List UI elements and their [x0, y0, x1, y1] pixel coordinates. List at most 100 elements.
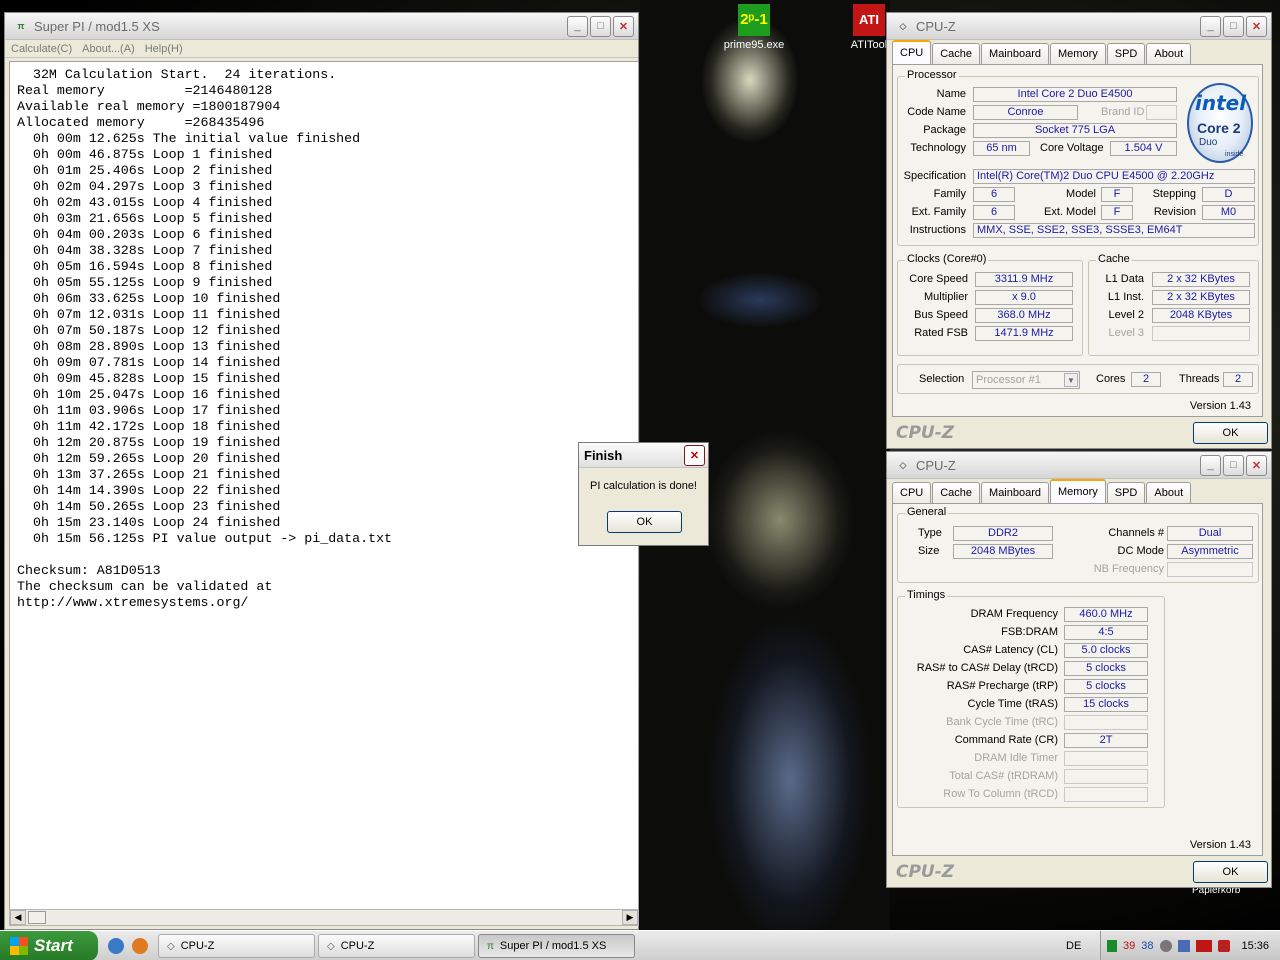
tab-mainboard[interactable]: Mainboard: [981, 43, 1050, 64]
cpuz-cpu-titlebar[interactable]: ◇ CPU-Z _ □ ✕: [887, 13, 1271, 40]
superpi-titlebar[interactable]: π Super PI / mod1.5 XS _ □ ✕: [5, 13, 638, 40]
minimize-button[interactable]: _: [1200, 15, 1221, 37]
close-icon[interactable]: ✕: [684, 444, 705, 466]
superpi-app-icon: π: [17, 21, 25, 31]
intel-logo-brand: intel: [1195, 91, 1247, 115]
ext-family-label: Ext. Family: [911, 206, 966, 218]
desktop-icon-prime95[interactable]: 2ᵖ-1 prime95.exe: [722, 4, 786, 51]
instructions-label: Instructions: [909, 224, 966, 236]
monitor-tray-icon[interactable]: [1107, 940, 1117, 952]
acrobat-tray-icon[interactable]: [1217, 940, 1230, 952]
cpuz-cpu-title: CPU-Z: [916, 18, 956, 34]
menu-calculate[interactable]: Calculate(C): [11, 43, 72, 55]
taskbar-item-label: CPU-Z: [180, 940, 215, 952]
console-line: 0h 12m 59.265s Loop 20 finished: [17, 451, 281, 466]
processor-group-label: Processor: [905, 69, 959, 81]
tray-temp-2[interactable]: 38: [1141, 940, 1153, 952]
scroll-thumb[interactable]: [28, 911, 46, 924]
console-line: 0h 04m 00.203s Loop 6 finished: [17, 227, 273, 242]
console-line: The checksum can be validated at: [17, 579, 273, 594]
scroll-left-arrow[interactable]: ◀: [10, 910, 26, 925]
tab-cache[interactable]: Cache: [932, 43, 981, 64]
start-label: Start: [34, 936, 73, 955]
maximize-button[interactable]: □: [1223, 454, 1244, 476]
maximize-button[interactable]: □: [1223, 15, 1244, 37]
cpuz-memory-titlebar[interactable]: ◇ CPU-Z _ □ ✕: [887, 452, 1271, 479]
tab-about[interactable]: About: [1146, 43, 1192, 64]
console-line: 0h 14m 14.390s Loop 22 finished: [17, 483, 281, 498]
firefox-quicklaunch-icon[interactable]: [132, 938, 148, 954]
row-value: [1064, 715, 1148, 730]
scroll-right-arrow[interactable]: ▶: [622, 910, 638, 925]
language-indicator[interactable]: DE: [1066, 940, 1081, 952]
dc-mode-label: DC Mode: [1117, 545, 1164, 557]
intel-logo-line1: Core 2: [1197, 120, 1241, 136]
tab-mainboard[interactable]: Mainboard: [981, 482, 1050, 503]
cores-value: 2: [1131, 372, 1161, 387]
family-value: 6: [973, 187, 1015, 202]
taskbar-item-cpuz-2[interactable]: ◇ CPU-Z: [318, 934, 475, 958]
windows-flag-icon: [10, 937, 28, 955]
taskbar-item-superpi[interactable]: π Super PI / mod1.5 XS: [478, 934, 635, 958]
general-group-label: General: [905, 506, 949, 518]
prime95-icon: 2ᵖ-1: [738, 4, 770, 36]
ok-button[interactable]: OK: [1193, 422, 1268, 444]
console-line: 0h 02m 43.015s Loop 4 finished: [17, 195, 273, 210]
row-label: Level 3: [1108, 327, 1144, 339]
row-value: 2T: [1064, 733, 1148, 748]
console-line: Real memory =2146480128: [17, 83, 273, 98]
taskbar-item-label: Super PI / mod1.5 XS: [499, 940, 607, 952]
cache-group-label: Cache: [1096, 253, 1132, 265]
ok-button[interactable]: OK: [607, 511, 682, 533]
ext-model-value: F: [1101, 205, 1133, 220]
cpuz-logo: CPU-Z: [896, 423, 955, 443]
tab-memory[interactable]: Memory: [1050, 43, 1106, 64]
tab-cpu[interactable]: CPU: [892, 40, 932, 64]
row-value: [1064, 751, 1148, 766]
start-button[interactable]: Start: [0, 931, 98, 960]
finish-dialog-titlebar[interactable]: Finish ✕: [579, 443, 708, 468]
row-value: 4:5: [1064, 625, 1148, 640]
cpuz-icon: ◇: [327, 940, 335, 952]
tray-temp-1[interactable]: 39: [1123, 940, 1135, 952]
row-label: L1 Inst.: [1107, 291, 1144, 303]
ok-button[interactable]: OK: [1193, 861, 1268, 883]
minimize-button[interactable]: _: [1200, 454, 1221, 476]
network-tray-icon[interactable]: [1177, 940, 1190, 952]
ie-quicklaunch-icon[interactable]: [108, 938, 124, 954]
console-line: 0h 09m 07.781s Loop 14 finished: [17, 355, 281, 370]
clock: 15:36: [1241, 940, 1270, 952]
tab-spd[interactable]: SPD: [1106, 43, 1146, 64]
console-line: 0h 09m 45.828s Loop 15 finished: [17, 371, 281, 386]
tab-about[interactable]: About: [1146, 482, 1192, 503]
tab-spd[interactable]: SPD: [1106, 482, 1146, 503]
package-label: Package: [923, 124, 966, 136]
tab-memory[interactable]: Memory: [1050, 479, 1106, 503]
minimize-button[interactable]: _: [567, 15, 588, 37]
ati-tray-icon[interactable]: [1195, 940, 1212, 952]
console-line: 0h 05m 16.594s Loop 8 finished: [17, 259, 273, 274]
close-button[interactable]: ✕: [613, 15, 634, 37]
tab-cache[interactable]: Cache: [932, 482, 981, 503]
technology-label: Technology: [910, 142, 966, 154]
console-line: 0h 00m 12.625s The initial value finishe…: [17, 131, 361, 146]
row-value: 5 clocks: [1064, 661, 1148, 676]
close-button[interactable]: ✕: [1246, 15, 1267, 37]
row-label: Cycle Time (tRAS): [967, 698, 1058, 710]
menu-about[interactable]: About...(A): [82, 43, 135, 55]
processor-select[interactable]: Processor #1 ▼: [972, 371, 1080, 389]
menu-help[interactable]: Help(H): [145, 43, 183, 55]
speedfan-tray-icon[interactable]: [1159, 940, 1172, 952]
maximize-button[interactable]: □: [590, 15, 611, 37]
taskbar-item-cpuz-1[interactable]: ◇ CPU-Z: [158, 934, 315, 958]
console-line: 0h 13m 37.265s Loop 21 finished: [17, 467, 281, 482]
model-value: F: [1101, 187, 1133, 202]
tab-cpu[interactable]: CPU: [892, 482, 932, 503]
row-value: 5.0 clocks: [1064, 643, 1148, 658]
close-button[interactable]: ✕: [1246, 454, 1267, 476]
console-line: 0h 10m 25.047s Loop 16 finished: [17, 387, 281, 402]
console-line: Allocated memory =268435496: [17, 115, 265, 130]
console-line: 0h 05m 55.125s Loop 9 finished: [17, 275, 273, 290]
horizontal-scrollbar[interactable]: ◀ ▶: [9, 909, 639, 926]
